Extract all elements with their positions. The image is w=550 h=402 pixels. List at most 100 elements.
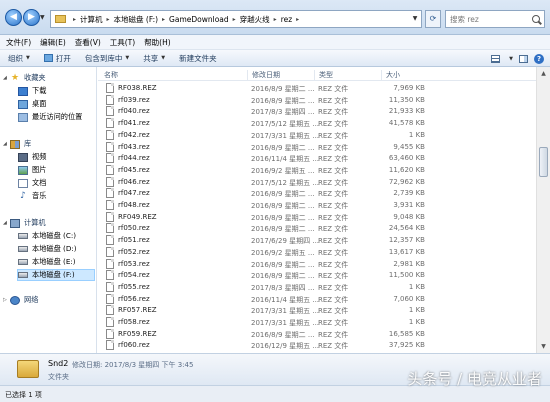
file-row[interactable]: rf054.rez 2016/8/9 星期二 ... REZ 文件 11,500 KB xyxy=(98,269,536,281)
collapse-icon[interactable]: ◢ xyxy=(3,75,10,81)
forward-button[interactable]: ▶ xyxy=(23,9,40,26)
nav-drive-e[interactable]: 本地磁盘 (E:) xyxy=(18,257,76,267)
nav-pictures[interactable]: 图片 xyxy=(18,165,46,175)
file-row[interactable]: rf053.rez 2016/8/9 星期二 ... REZ 文件 2,981 KB xyxy=(98,258,536,270)
scroll-down-icon[interactable]: ▼ xyxy=(537,340,550,353)
file-row[interactable]: rf048.rez 2016/8/9 星期二 ... REZ 文件 3,931 KB xyxy=(98,199,536,211)
file-date: 2017/3/31 星期五 ... xyxy=(251,319,320,327)
nav-documents[interactable]: 文档 xyxy=(18,178,46,188)
chevron-right-icon[interactable]: ▸ xyxy=(233,16,236,23)
menu-tools[interactable]: 工具(T) xyxy=(110,37,135,48)
expand-icon[interactable]: ▷ xyxy=(3,297,10,303)
nav-label: 计算机 xyxy=(24,218,46,227)
file-row[interactable]: rf050.rez 2016/8/9 星期二 ... REZ 文件 24,564 KB xyxy=(98,222,536,234)
change-view-icon[interactable] xyxy=(491,55,501,63)
file-row[interactable]: rf060.rez 2016/12/9 星期五 ... REZ 文件 37,925 K… xyxy=(98,339,536,351)
file-row[interactable]: rf041.rez 2017/5/12 星期五 ... REZ 文件 41,578 K… xyxy=(98,117,536,129)
help-icon[interactable]: ? xyxy=(534,54,544,64)
file-row[interactable]: RF057.REZ 2017/3/31 星期五 ... REZ 文件 1 KB xyxy=(98,304,536,316)
nav-drive-c[interactable]: 本地磁盘 (C:) xyxy=(18,231,76,241)
breadcrumb-gamedownload[interactable]: GameDownload xyxy=(169,15,229,24)
file-date: 2016/8/9 星期二 ... xyxy=(251,143,315,152)
chevron-right-icon[interactable]: ▸ xyxy=(296,16,299,23)
vertical-scrollbar[interactable]: ▲ ▼ xyxy=(536,67,550,353)
breadcrumb-drive-f[interactable]: 本地磁盘 (F:) xyxy=(114,14,159,25)
share-label: 共享 xyxy=(143,53,159,63)
column-date[interactable]: 修改日期 xyxy=(247,70,280,81)
nav-label: 本地磁盘 (E:) xyxy=(32,257,76,266)
file-icon xyxy=(106,153,114,164)
file-size: 12,357 KB xyxy=(388,236,425,245)
nav-computer[interactable]: ◢ 计算机 xyxy=(3,218,46,228)
nav-videos[interactable]: 视频 xyxy=(18,152,46,162)
nav-label: 图片 xyxy=(32,165,47,174)
nav-network[interactable]: ▷ 网络 xyxy=(3,295,38,305)
file-size: 7,060 KB xyxy=(393,294,425,303)
file-row[interactable]: RF038.REZ 2016/8/9 星期二 ... REZ 文件 7,969 KB xyxy=(98,82,536,94)
organize-button[interactable]: 组织 ▼ xyxy=(8,53,30,64)
search-icon[interactable] xyxy=(532,15,540,23)
share-button[interactable]: 共享 ▼ xyxy=(143,53,165,64)
file-date: 2016/8/9 星期二 ... xyxy=(251,260,315,269)
refresh-button[interactable]: ⟳ xyxy=(425,10,441,28)
collapse-icon[interactable]: ◢ xyxy=(3,220,10,226)
file-row[interactable]: rf044.rez 2016/11/4 星期五 ... REZ 文件 63,460 K… xyxy=(98,152,536,164)
preview-pane-icon[interactable] xyxy=(519,55,528,63)
breadcrumb-rez[interactable]: rez xyxy=(281,15,292,24)
new-folder-button[interactable]: 新建文件夹 xyxy=(179,53,217,64)
file-row[interactable]: rf045.rez 2016/9/2 星期五 ... REZ 文件 11,620 KB xyxy=(98,164,536,176)
nav-label: 音乐 xyxy=(32,191,47,200)
menu-edit[interactable]: 编辑(E) xyxy=(40,37,66,48)
breadcrumb-crossfire[interactable]: 穿越火线 xyxy=(240,14,270,25)
nav-downloads[interactable]: 下载 xyxy=(18,86,46,96)
file-row[interactable]: rf047.rez 2016/8/9 星期二 ... REZ 文件 2,739 KB xyxy=(98,187,536,199)
menu-file[interactable]: 文件(F) xyxy=(6,37,31,48)
file-size: 72,962 KB xyxy=(388,177,425,186)
column-type[interactable]: 类型 xyxy=(314,70,333,81)
open-button[interactable]: 打开 xyxy=(43,53,71,64)
address-dropdown[interactable]: ▼ xyxy=(409,11,421,27)
file-row[interactable]: rf051.rez 2017/6/29 星期四 ... REZ 文件 12,357 K… xyxy=(98,234,536,246)
recent-pages-dropdown[interactable]: ▼ xyxy=(40,14,45,21)
file-row[interactable]: rf043.rez 2016/8/9 星期二 ... REZ 文件 9,455 KB xyxy=(98,141,536,153)
nav-music[interactable]: ♪ 音乐 xyxy=(18,191,46,201)
file-row[interactable]: rf052.rez 2016/9/2 星期五 ... REZ 文件 13,617 KB xyxy=(98,246,536,258)
nav-libraries[interactable]: ◢ 库 xyxy=(3,139,31,149)
breadcrumb-computer[interactable]: 计算机 xyxy=(80,14,103,25)
file-type: REZ 文件 xyxy=(318,330,349,339)
file-row[interactable]: rf039.rez 2016/8/9 星期二 ... REZ 文件 11,350 KB xyxy=(98,94,536,106)
chevron-right-icon[interactable]: ▸ xyxy=(162,16,165,23)
desktop-icon xyxy=(18,99,28,109)
caret-down-icon[interactable]: ▼ xyxy=(509,56,513,62)
nav-drive-d[interactable]: 本地磁盘 (D:) xyxy=(18,244,77,254)
menu-view[interactable]: 查看(V) xyxy=(75,37,101,48)
nav-drive-f[interactable]: 本地磁盘 (F:) xyxy=(17,269,95,281)
nav-desktop[interactable]: 桌面 xyxy=(18,99,46,109)
file-row[interactable]: rf046.rez 2017/5/12 星期五 ... REZ 文件 72,962 K… xyxy=(98,176,536,188)
file-row[interactable]: RF059.REZ 2016/8/9 星期二 ... REZ 文件 16,585 KB xyxy=(98,328,536,340)
search-input[interactable]: 搜索 rez xyxy=(445,10,545,28)
file-type: REZ 文件 xyxy=(318,178,349,187)
nav-favorites[interactable]: ◢ ★ 收藏夹 xyxy=(3,73,46,83)
file-row[interactable]: rf040.rez 2017/8/3 星期四 ... REZ 文件 21,933 KB xyxy=(98,105,536,117)
include-in-library-button[interactable]: 包含到库中 ▼ xyxy=(85,53,129,64)
chevron-right-icon[interactable]: ▸ xyxy=(274,16,277,23)
nav-label: 收藏夹 xyxy=(24,73,46,82)
column-name[interactable]: 名称 xyxy=(100,70,118,81)
menu-help[interactable]: 帮助(H) xyxy=(144,37,171,48)
chevron-right-icon[interactable]: ▸ xyxy=(107,16,110,23)
scroll-up-icon[interactable]: ▲ xyxy=(537,67,550,80)
nav-recent-places[interactable]: 最近访问的位置 xyxy=(18,112,82,122)
scroll-thumb[interactable] xyxy=(539,147,548,177)
file-row[interactable]: rf055.rez 2017/8/3 星期四 ... REZ 文件 1 KB xyxy=(98,281,536,293)
file-row[interactable]: rf056.rez 2016/11/4 星期五 ... REZ 文件 7,060 KB xyxy=(98,293,536,305)
collapse-icon[interactable]: ◢ xyxy=(3,141,10,147)
file-type: REZ 文件 xyxy=(318,166,349,175)
back-button[interactable]: ◀ xyxy=(5,9,22,26)
file-row[interactable]: RF049.REZ 2016/8/9 星期二 ... REZ 文件 9,048 KB xyxy=(98,211,536,223)
file-row[interactable]: rf058.rez 2017/3/31 星期五 ... REZ 文件 1 KB xyxy=(98,316,536,328)
file-row[interactable]: rf042.rez 2017/3/31 星期五 ... REZ 文件 1 KB xyxy=(98,129,536,141)
address-bar[interactable]: ▸ 计算机 ▸ 本地磁盘 (F:) ▸ GameDownload ▸ 穿越火线 … xyxy=(50,10,422,28)
file-date: 2016/8/9 星期二 ... xyxy=(251,330,315,339)
column-size[interactable]: 大小 xyxy=(381,70,400,81)
